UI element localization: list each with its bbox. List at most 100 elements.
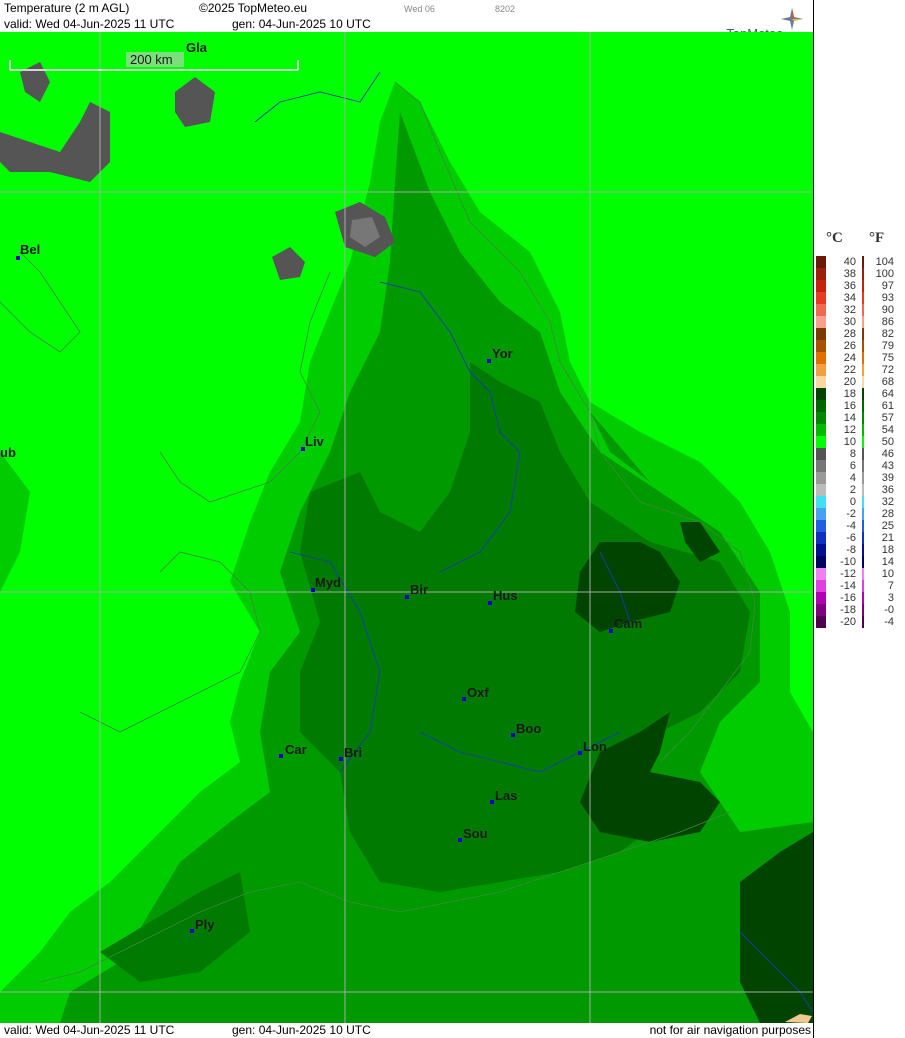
legend-celsius-value: 10: [843, 436, 856, 448]
city-ub[interactable]: ub: [0, 445, 16, 460]
city-label: Myd: [315, 575, 341, 590]
city-myd[interactable]: Myd: [311, 575, 341, 592]
legend-row: 0 32: [814, 496, 905, 508]
legend-row: 36 97: [814, 280, 905, 292]
copyright-text: ©2025 TopMeteo.eu: [199, 1, 308, 15]
temp-region-8c-scotland: [0, 62, 395, 280]
legend-fahrenheit-swatch: [862, 532, 864, 544]
city-label: Yor: [492, 346, 513, 361]
legend-celsius-value: -20: [840, 616, 856, 628]
city-gla: Gla: [186, 40, 208, 55]
city-cam[interactable]: Cam: [609, 616, 642, 633]
city-label: Hus: [493, 588, 518, 603]
legend-celsius-value: 24: [843, 352, 856, 364]
city-dot: [339, 757, 343, 761]
city-dot: [511, 733, 515, 737]
city-lon[interactable]: Lon: [578, 739, 607, 755]
city-dot: [190, 929, 194, 933]
legend-fahrenheit-value: 54: [881, 424, 894, 436]
legend-swatch: [816, 328, 826, 340]
legend-fahrenheit-value: 21: [881, 532, 894, 544]
legend-row: -2 28: [814, 508, 905, 520]
legend-fahrenheit-value: 68: [881, 376, 894, 388]
legend-swatch: [816, 280, 826, 292]
legend-fahrenheit-swatch: [862, 616, 864, 628]
parameter-title: Temperature (2 m AGL): [4, 1, 130, 15]
city-boo[interactable]: Boo: [511, 721, 541, 737]
legend-row: 2 36: [814, 484, 905, 496]
legend-fahrenheit-value: 90: [881, 304, 894, 316]
legend-fahrenheit-value: 43: [881, 460, 894, 472]
city-label: Las: [495, 788, 517, 803]
city-liv[interactable]: Liv: [301, 434, 325, 451]
legend-row: 28 82: [814, 328, 905, 340]
legend-swatch: [816, 364, 826, 376]
compass-star-icon: [781, 8, 803, 30]
legend-celsius-value: 28: [843, 328, 856, 340]
legend-fahrenheit-swatch: [862, 448, 864, 460]
legend-row: 20 68: [814, 376, 905, 388]
generated-time: gen: 04-Jun-2025 10 UTC: [232, 17, 371, 31]
run-day-label: Wed 06: [404, 4, 435, 14]
legend-fahrenheit-swatch: [862, 544, 864, 556]
legend-celsius-value: 8: [849, 448, 856, 460]
legend-fahrenheit-value: 7: [887, 580, 894, 592]
legend-fahrenheit-swatch: [862, 376, 864, 388]
legend-fahrenheit-swatch: [862, 508, 864, 520]
legend-fahrenheit-value: -4: [884, 616, 894, 628]
temperature-legend: °C °F 40 104 38 100 36 97 34 93 32 90 30 86 28 82 26 79…: [814, 230, 905, 630]
legend-celsius-value: 32: [843, 304, 856, 316]
legend-row: 14 57: [814, 412, 905, 424]
legend-row: -6 21: [814, 532, 905, 544]
legend-celsius-value: 22: [843, 364, 856, 376]
city-label: Cam: [614, 616, 642, 631]
legend-fahrenheit-swatch: [862, 460, 864, 472]
city-oxf[interactable]: Oxf: [462, 685, 489, 701]
legend-swatch: [816, 352, 826, 364]
legend-celsius-value: -10: [840, 556, 856, 568]
legend-celsius-value: -18: [840, 604, 856, 616]
legend-swatch: [816, 508, 826, 520]
city-dot: [279, 754, 283, 758]
legend-celsius-value: 20: [843, 376, 856, 388]
legend-fahrenheit-swatch: [862, 292, 864, 304]
legend-row: 34 93: [814, 292, 905, 304]
legend-swatch: [816, 316, 826, 328]
valid-time: valid: Wed 04-Jun-2025 11 UTC: [4, 17, 175, 31]
city-label: Car: [285, 742, 307, 757]
legend-fahrenheit-value: 50: [881, 436, 894, 448]
city-label: Bel: [20, 242, 40, 257]
legend-celsius-value: 6: [849, 460, 856, 472]
city-dot: [488, 601, 492, 605]
city-dot: [609, 629, 613, 633]
legend-fahrenheit-value: 64: [881, 388, 894, 400]
legend-fahrenheit-value: 18: [881, 544, 894, 556]
legend-swatch: [816, 460, 826, 472]
legend-swatch: [816, 304, 826, 316]
city-dot: [458, 838, 462, 842]
city-las[interactable]: Las: [490, 788, 517, 804]
city-hus[interactable]: Hus: [488, 588, 518, 605]
legend-celsius-value: 18: [843, 388, 856, 400]
legend-row: 40 104: [814, 256, 905, 268]
legend-fahrenheit-swatch: [862, 436, 864, 448]
city-bel[interactable]: Bel: [16, 242, 40, 260]
legend-fahrenheit-swatch: [862, 568, 864, 580]
legend-celsius-value: 30: [843, 316, 856, 328]
legend-fahrenheit-value: 14: [881, 556, 894, 568]
city-dot: [578, 751, 582, 755]
legend-fahrenheit-value: 28: [881, 508, 894, 520]
legend-row: -4 25: [814, 520, 905, 532]
legend-swatch: [816, 520, 826, 532]
legend-fahrenheit-swatch: [862, 316, 864, 328]
legend-swatch: [816, 448, 826, 460]
legend-row: 30 86: [814, 316, 905, 328]
legend-swatch: [816, 568, 826, 580]
temperature-map[interactable]: 200 km Gla Bel Yor Liv ub Myd Bir Hus Ca…: [0, 32, 813, 1023]
city-sou[interactable]: Sou: [458, 826, 488, 842]
legend-celsius-value: 36: [843, 280, 856, 292]
legend-fahrenheit-swatch: [862, 472, 864, 484]
city-dot: [487, 359, 491, 363]
legend-row: 38 100: [814, 268, 905, 280]
legend-swatch: [816, 556, 826, 568]
